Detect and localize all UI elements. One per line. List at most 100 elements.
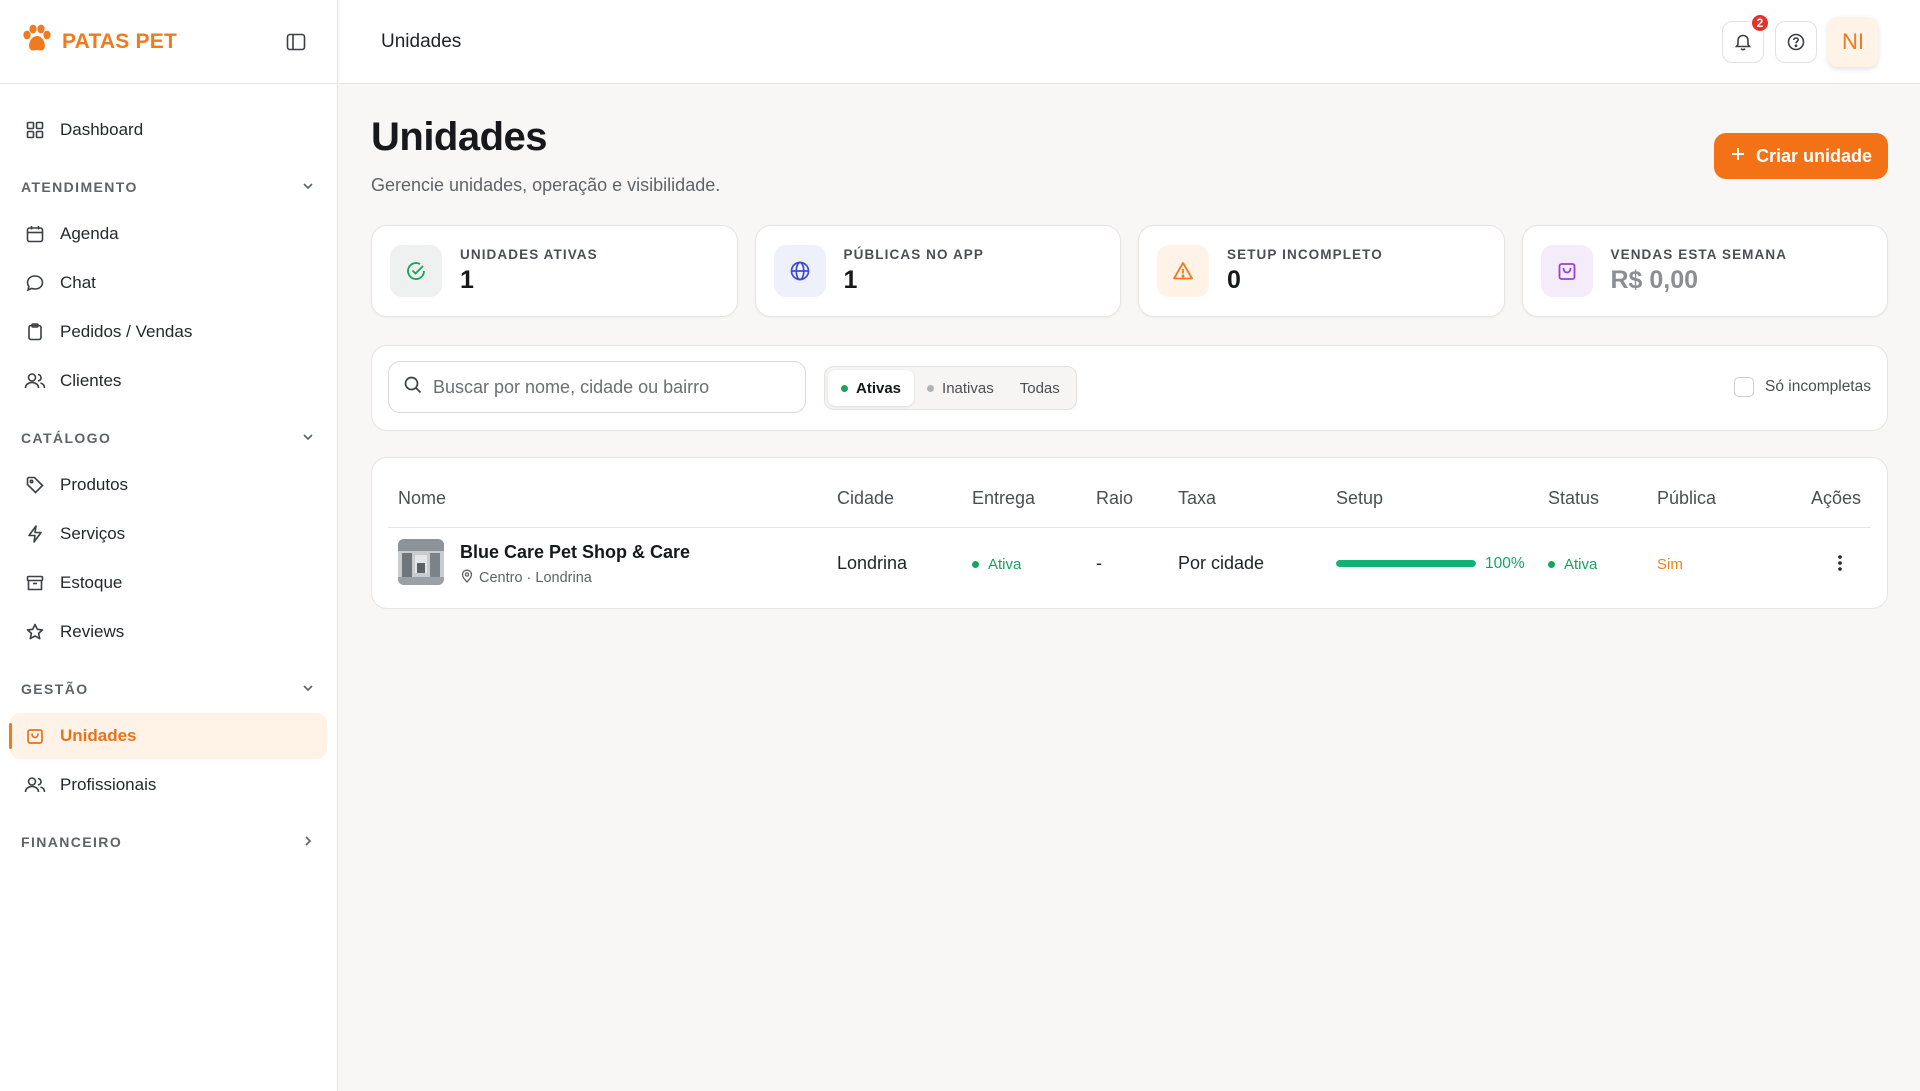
tag-icon [24,474,46,496]
column-header-setup[interactable]: Setup [1336,488,1383,509]
stat-label: PÚBLICAS NO APP [843,247,985,262]
section-label: ATENDIMENTO [21,179,138,195]
more-vertical-icon [1838,555,1842,571]
stat-card-weekly-sales: VENDAS ESTA SEMANA R$ 0,00 [1521,225,1888,317]
sidebar-item-label: Chat [60,273,96,292]
section-catalogo[interactable]: CATÁLOGO [0,418,337,458]
lightning-icon [24,523,46,545]
topbar-actions: 2 NI [1722,13,1878,67]
sidebar-item-label: Agenda [60,224,119,243]
unit-status: Ativa [1564,556,1598,573]
sidebar-item-label: Profissionais [60,775,157,794]
sidebar-item-agenda[interactable]: Agenda [10,211,327,257]
globe-icon [773,245,826,297]
cell-radius: - [1096,553,1102,573]
column-header-taxa[interactable]: Taxa [1178,488,1216,509]
user-avatar[interactable]: NI [1828,17,1878,67]
stat-card-active-units: UNIDADES ATIVAS 1 [371,225,738,317]
plus-icon [1730,146,1746,167]
sidebar-item-estoque[interactable]: Estoque [10,560,327,606]
row-actions-button[interactable] [1826,549,1854,577]
warning-icon [1157,245,1209,297]
filters-card: Ativas Inativas Todas Só incompletas [371,345,1888,431]
clipboard-icon [24,321,46,343]
sidebar-item-label: Estoque [60,573,123,592]
stats-row: UNIDADES ATIVAS 1 PÚBLICAS NO APP 1 SETU… [371,225,1888,317]
sidebar-item-clientes[interactable]: Clientes [10,358,327,404]
sidebar-nav: Dashboard ATENDIMENTO Agenda Chat Pedido… [0,84,337,862]
notifications-button[interactable]: 2 [1722,13,1770,63]
filter-label: Ativas [856,379,902,397]
users-icon [24,370,46,392]
filter-ativas[interactable]: Ativas [828,370,915,406]
column-header-cidade[interactable]: Cidade [837,488,894,509]
sidebar: PATAS PET Dashboard ATENDIMENTO Agenda C… [0,0,338,1091]
column-header-raio[interactable]: Raio [1096,488,1133,509]
sidebar-item-unidades[interactable]: Unidades [9,713,327,759]
sidebar-item-label: Reviews [60,622,125,641]
unit-name[interactable]: Blue Care Pet Shop & Care [460,542,690,563]
create-unit-label: Criar unidade [1755,145,1872,166]
only-incomplete-checkbox[interactable] [1734,377,1755,397]
filter-todas[interactable]: Todas [1007,370,1073,406]
unit-location: Centro · Londrina [460,569,592,587]
column-header-entrega[interactable]: Entrega [972,488,1035,509]
check-circle-icon [390,245,442,297]
filter-label: Todas [1019,379,1060,397]
unit-location-text: Centro · Londrina [479,570,592,586]
stat-value: 0 [1227,266,1241,294]
stat-label: VENDAS ESTA SEMANA [1610,247,1788,262]
sidebar-item-dashboard[interactable]: Dashboard [10,107,327,153]
sidebar-item-servicos[interactable]: Serviços [10,511,327,557]
sidebar-item-pedidos-vendas[interactable]: Pedidos / Vendas [10,309,327,355]
help-button[interactable] [1775,21,1817,63]
section-atendimento[interactable]: ATENDIMENTO [0,167,337,207]
search-input[interactable] [433,376,793,398]
section-label: GESTÃO [21,681,89,697]
units-table: Nome Cidade Entrega Raio Taxa Setup Stat… [371,457,1888,609]
status-dot [972,561,979,568]
stat-card-public-in-app: PÚBLICAS NO APP 1 [754,225,1121,317]
column-header-acoes: Ações [1810,488,1861,508]
sidebar-item-label: Produtos [60,475,129,494]
paw-icon [20,24,54,60]
section-financeiro[interactable]: FINANCEIRO [0,822,337,862]
search-icon [403,375,423,400]
sidebar-item-chat[interactable]: Chat [10,260,327,306]
brand-bar: PATAS PET [0,0,337,84]
sidebar-item-produtos[interactable]: Produtos [10,462,327,508]
grid-icon [24,119,46,141]
users-icon [24,774,46,796]
sidebar-item-label: Clientes [60,371,122,390]
chat-bubble-icon [24,272,46,294]
setup-progress-bar [1336,560,1476,567]
sidebar-item-reviews[interactable]: Reviews [10,609,327,655]
status-filter-segmented: Ativas Inativas Todas [824,366,1077,410]
filter-inativas[interactable]: Inativas [914,370,1007,406]
page-subtitle: Gerencie unidades, operação e visibilida… [371,175,721,195]
calendar-icon [24,223,46,245]
table-row[interactable]: Blue Care Pet Shop & Care Centro · Londr… [388,529,1871,599]
archive-box-icon [24,572,46,594]
status-dot [1548,561,1555,568]
section-label: CATÁLOGO [21,430,112,446]
section-gestao[interactable]: GESTÃO [0,669,337,709]
brand-logo[interactable]: PATAS PET [20,24,177,60]
status-dot [841,384,848,392]
create-unit-button[interactable]: Criar unidade [1713,133,1888,179]
page-title: Unidades [371,115,548,159]
help-circle-icon [1787,33,1805,51]
bell-icon [1734,34,1752,51]
column-header-nome[interactable]: Nome [398,488,446,509]
chevron-down-icon [301,681,315,698]
sidebar-item-label: Serviços [60,524,126,543]
sidebar-item-label: Dashboard [60,120,144,139]
column-header-publica[interactable]: Pública [1657,488,1716,509]
setup-progress-fill [1336,560,1476,567]
sidebar-toggle-button[interactable] [285,31,307,53]
column-header-status[interactable]: Status [1548,488,1599,509]
chevron-down-icon [301,179,315,196]
chevron-right-icon [301,834,315,851]
sidebar-item-profissionais[interactable]: Profissionais [10,762,327,808]
brand-name: PATAS PET [62,29,177,53]
